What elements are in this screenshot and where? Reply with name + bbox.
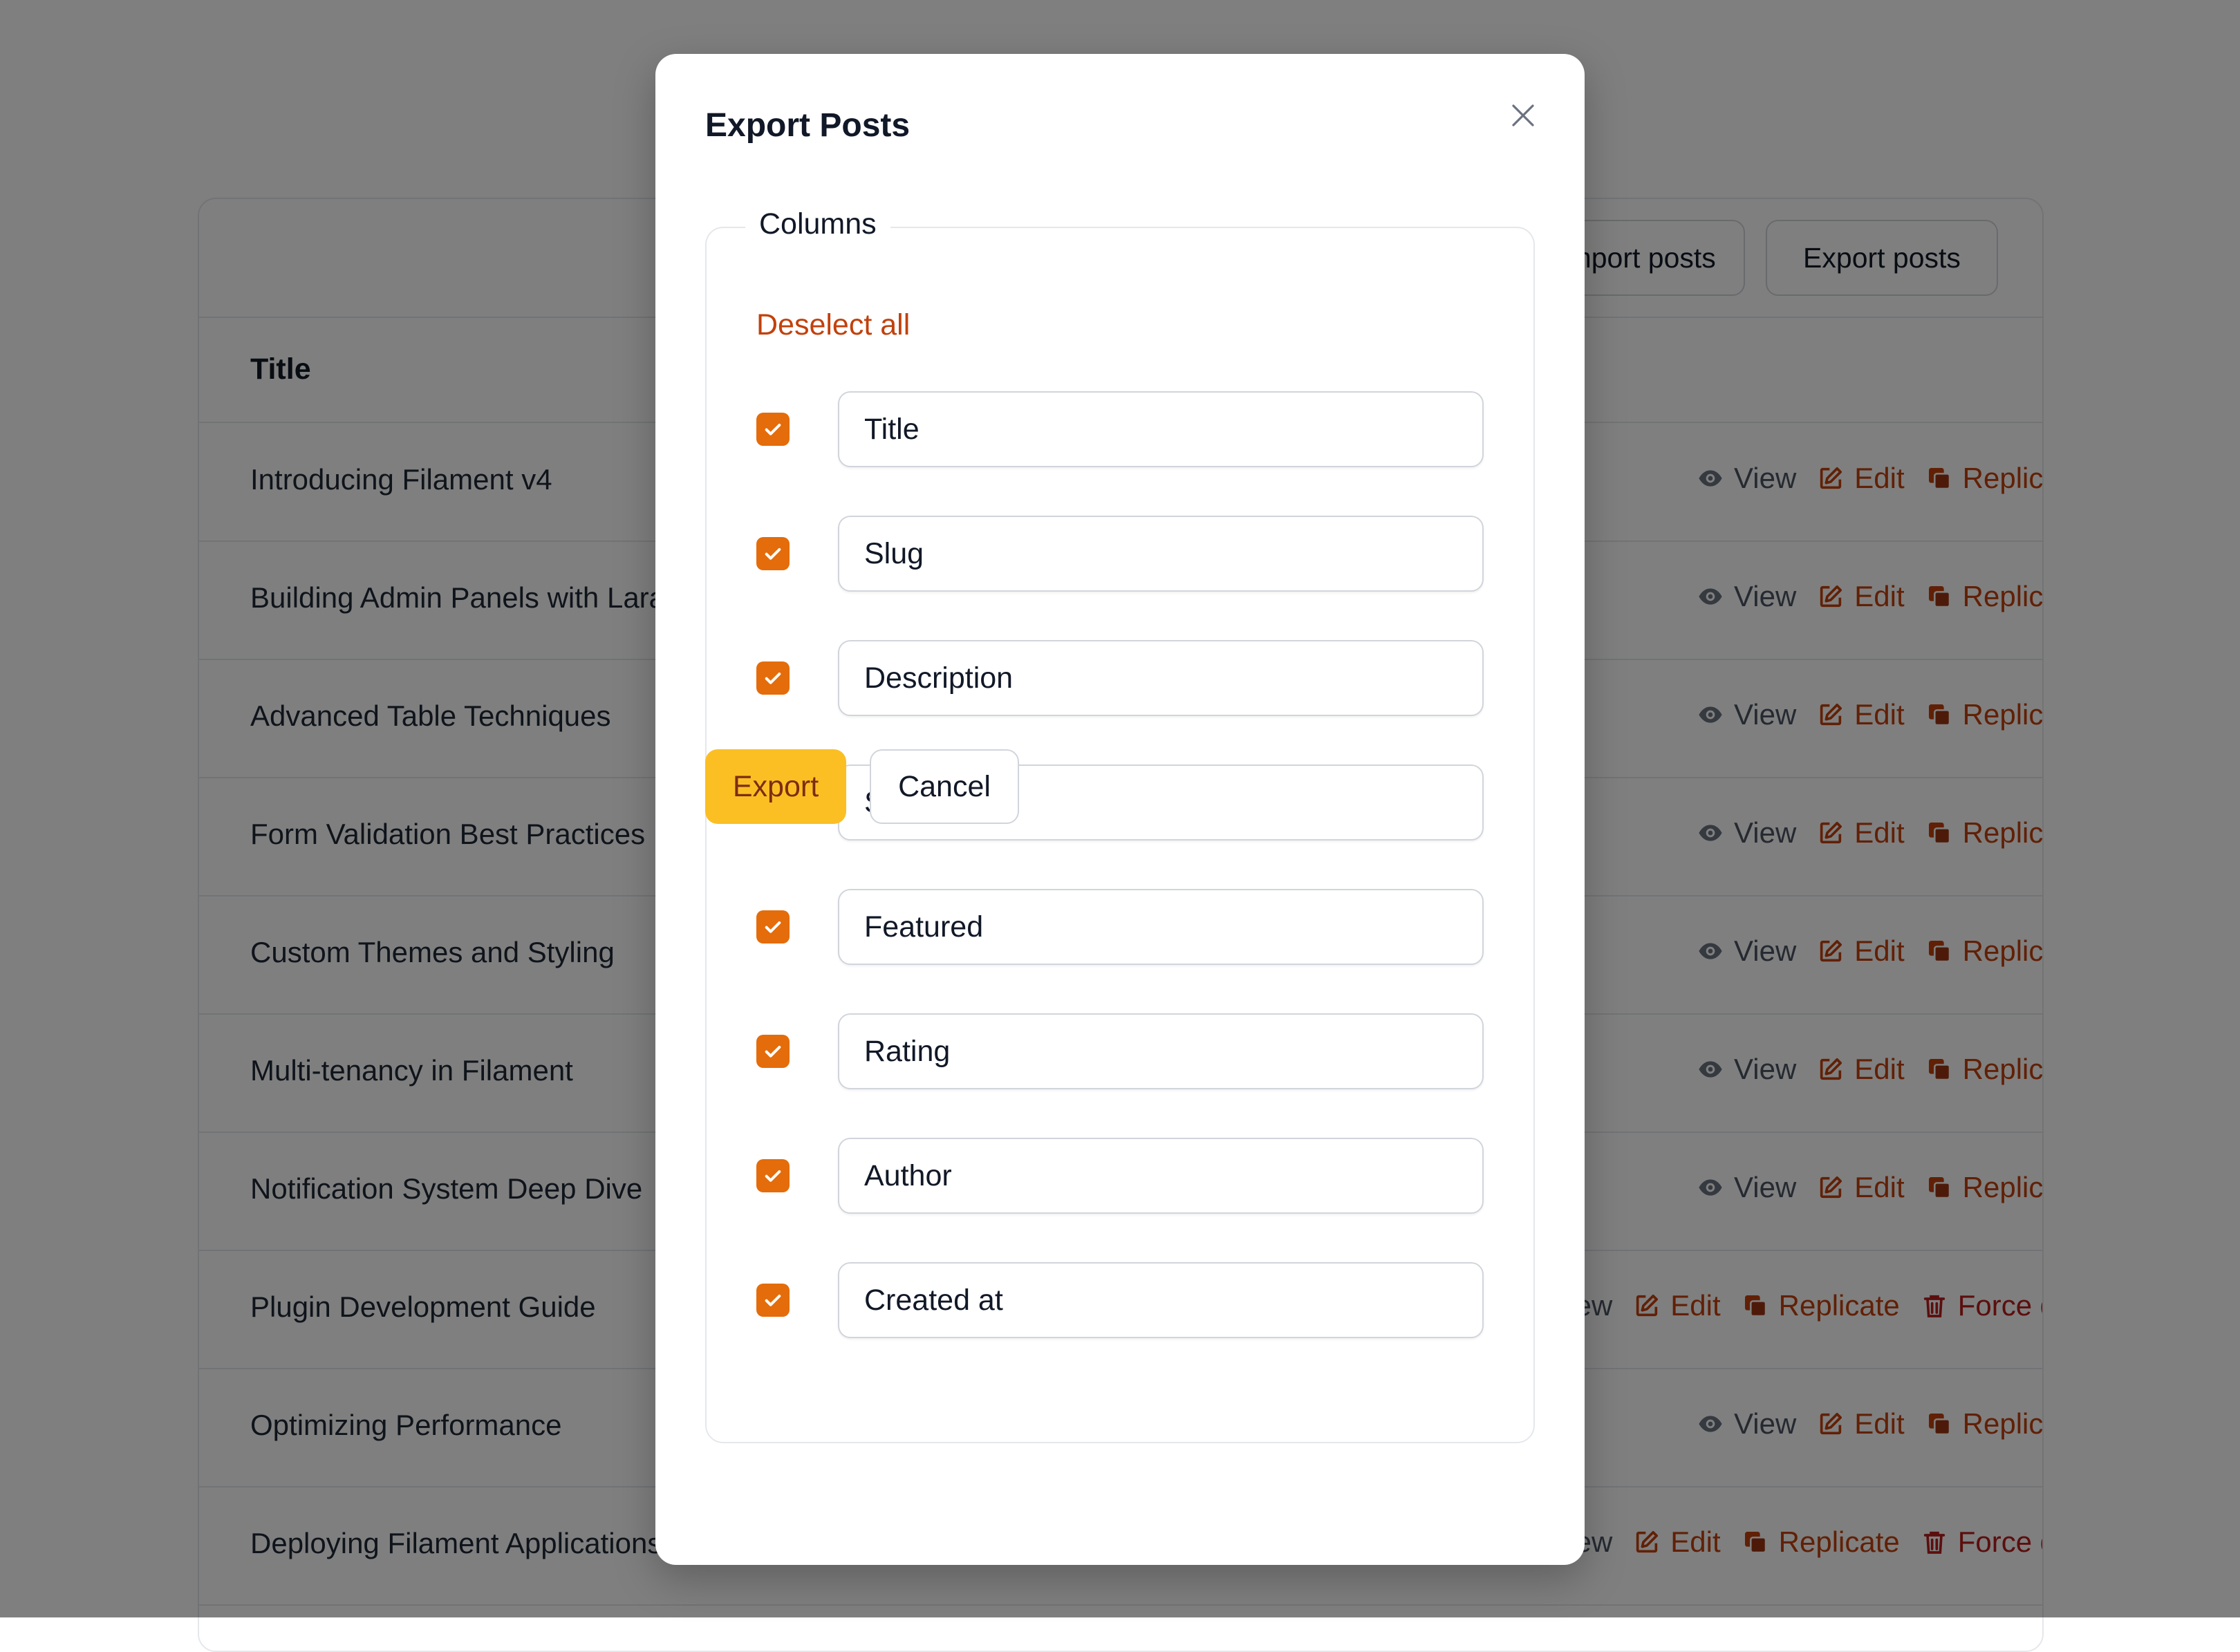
column-option: Featured	[756, 889, 1489, 965]
column-checkbox[interactable]	[756, 661, 790, 695]
export-button[interactable]: Export	[705, 749, 846, 824]
column-option: Description	[756, 640, 1489, 716]
column-checkbox[interactable]	[756, 910, 790, 944]
column-checkbox[interactable]	[756, 1159, 790, 1192]
column-option: Created at	[756, 1262, 1489, 1338]
x-mark-icon	[1512, 104, 1534, 126]
columns-fieldset: Columns Deselect all Title Slug Descriptio…	[705, 207, 1535, 1443]
check-icon	[765, 1046, 781, 1058]
modal-title: Export Posts	[705, 107, 911, 144]
deselect-all-link[interactable]: Deselect all	[756, 308, 910, 342]
column-label-input[interactable]: Rating	[838, 1013, 1484, 1089]
columns-legend: Columns	[745, 207, 890, 241]
column-option: Slug	[756, 516, 1489, 592]
check-icon	[765, 673, 781, 684]
column-checkbox[interactable]	[756, 413, 790, 446]
column-option: Author	[756, 1138, 1489, 1214]
column-label-input[interactable]: Author	[838, 1138, 1484, 1214]
column-label-input[interactable]: Description	[838, 640, 1484, 716]
check-icon	[765, 548, 781, 560]
cancel-button[interactable]: Cancel	[870, 749, 1019, 824]
column-label-input[interactable]: Created at	[838, 1262, 1484, 1338]
column-checkbox[interactable]	[756, 1035, 790, 1068]
check-icon	[765, 424, 781, 435]
column-label-input[interactable]: Featured	[838, 889, 1484, 965]
column-option: Rating	[756, 1013, 1489, 1089]
export-posts-modal: Export Posts Columns Deselect all Title S…	[655, 54, 1585, 1565]
column-checkbox[interactable]	[756, 537, 790, 570]
column-label-input[interactable]: Slug	[838, 516, 1484, 592]
check-icon	[765, 921, 781, 933]
close-button[interactable]	[1500, 93, 1546, 138]
column-label-input[interactable]: Title	[838, 391, 1484, 467]
check-icon	[765, 1295, 781, 1306]
column-option: Title	[756, 391, 1489, 467]
check-icon	[765, 1170, 781, 1182]
column-checkbox[interactable]	[756, 1284, 790, 1317]
column-option: Status	[756, 764, 1489, 841]
